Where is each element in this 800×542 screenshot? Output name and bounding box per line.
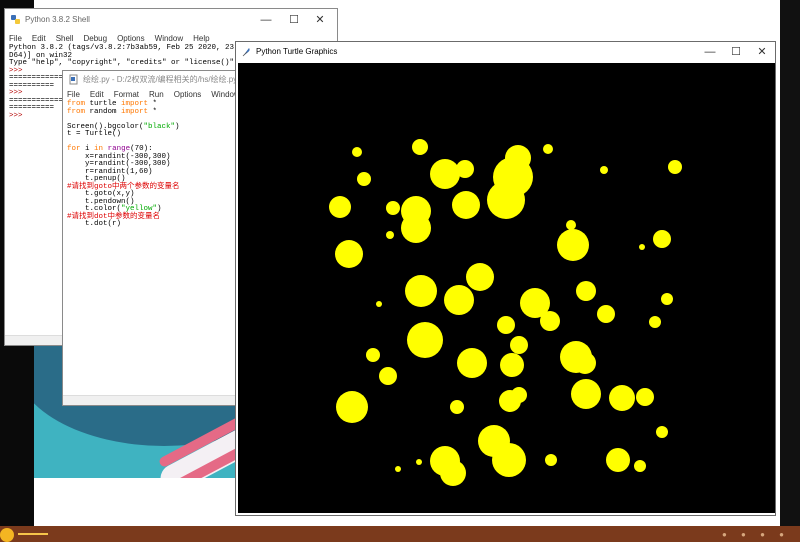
- turtle-dot: [545, 454, 557, 466]
- turtle-dot: [466, 263, 494, 291]
- turtle-dot: [597, 305, 615, 323]
- turtle-dot: [335, 240, 363, 268]
- python-file-icon: [69, 74, 78, 85]
- close-button[interactable]: ✕: [749, 42, 775, 63]
- code-line: t = Turtle(): [67, 130, 237, 139]
- shell-titlebar[interactable]: Python 3.8.2 Shell — ☐ ✕: [5, 9, 337, 31]
- code-token: import: [121, 107, 149, 116]
- turtle-dot: [510, 336, 528, 354]
- code-line: t.dot(r): [67, 220, 237, 229]
- turtle-title: Python Turtle Graphics: [256, 47, 338, 56]
- turtle-dot: [412, 139, 428, 155]
- code-token: t.dot(r): [67, 220, 122, 228]
- turtle-dot: [606, 448, 630, 472]
- turtle-dot: [444, 285, 474, 315]
- right-edge: [780, 0, 800, 526]
- python-icon: [11, 15, 20, 24]
- turtle-dot: [540, 311, 560, 331]
- turtle-dot: [511, 387, 527, 403]
- turtle-dot: [661, 293, 673, 305]
- turtle-dot: [395, 466, 401, 472]
- turtle-dot: [634, 460, 646, 472]
- turtle-dot: [366, 348, 380, 362]
- minimize-button[interactable]: —: [697, 42, 723, 63]
- turtle-dot: [600, 166, 608, 174]
- turtle-dot: [376, 301, 382, 307]
- code-token: "black": [143, 122, 176, 131]
- editor-window: 绘绘.py - D:/2权双流/编程相关的/hs/绘绘.py (3.8. Fil…: [62, 70, 240, 406]
- turtle-dot: [609, 385, 635, 411]
- editor-title: 绘绘.py - D:/2权双流/编程相关的/hs/绘绘.py (3.8.: [83, 75, 240, 84]
- maximize-button[interactable]: ☐: [723, 42, 749, 63]
- menu-format[interactable]: Format: [114, 90, 139, 99]
- menu-window[interactable]: Window: [155, 34, 183, 43]
- turtle-dot: [407, 322, 443, 358]
- turtle-dot: [500, 353, 524, 377]
- code-token: *: [148, 107, 158, 116]
- turtle-dot: [440, 460, 466, 486]
- maximize-button[interactable]: ☐: [281, 9, 307, 31]
- feather-icon: [242, 48, 250, 57]
- turtle-dot: [497, 316, 515, 334]
- turtle-dot: [649, 316, 661, 328]
- code-token: ): [175, 122, 180, 131]
- menu-options[interactable]: Options: [174, 90, 202, 99]
- turtle-dot: [452, 191, 480, 219]
- menu-run[interactable]: Run: [149, 90, 164, 99]
- turtle-dot: [543, 144, 553, 154]
- turtle-titlebar[interactable]: Python Turtle Graphics — ☐ ✕: [236, 42, 775, 62]
- turtle-dot: [574, 352, 596, 374]
- turtle-dot: [386, 201, 400, 215]
- menu-debug[interactable]: Debug: [83, 34, 107, 43]
- turtle-dot: [405, 275, 437, 307]
- turtle-dot: [639, 244, 645, 250]
- menu-edit[interactable]: Edit: [90, 90, 104, 99]
- turtle-window: Python Turtle Graphics — ☐ ✕: [235, 41, 776, 516]
- turtle-canvas[interactable]: [238, 63, 775, 513]
- turtle-dot: [668, 160, 682, 174]
- turtle-dot: [492, 443, 526, 477]
- turtle-dot: [401, 213, 431, 243]
- menu-file[interactable]: File: [67, 90, 80, 99]
- horizontal-scrollbar[interactable]: [63, 395, 239, 405]
- turtle-dot: [636, 388, 654, 406]
- turtle-dot: [456, 160, 474, 178]
- shell-title: Python 3.8.2 Shell: [25, 15, 90, 24]
- turtle-dot: [329, 196, 351, 218]
- turtle-dot: [487, 181, 525, 219]
- turtle-dot: [357, 172, 371, 186]
- turtle-dot: [416, 459, 422, 465]
- turtle-dot: [430, 159, 460, 189]
- turtle-dot: [457, 348, 487, 378]
- menu-file[interactable]: File: [9, 34, 22, 43]
- turtle-dot: [576, 281, 596, 301]
- taskbar-indicator: [18, 533, 48, 535]
- menu-shell[interactable]: Shell: [56, 34, 74, 43]
- turtle-dot: [379, 367, 397, 385]
- taskbar: ● ● ● ●: [0, 526, 800, 542]
- menu-edit[interactable]: Edit: [32, 34, 46, 43]
- code-token: random: [85, 107, 122, 116]
- turtle-dot: [653, 230, 671, 248]
- editor-menubar: File Edit Format Run Options Window He: [63, 87, 239, 101]
- turtle-dot: [336, 391, 368, 423]
- turtle-dot: [571, 379, 601, 409]
- code-token: from: [67, 107, 86, 116]
- taskbar-app-icon[interactable]: [0, 528, 14, 542]
- turtle-dot: [557, 229, 589, 261]
- editor-titlebar[interactable]: 绘绘.py - D:/2权双流/编程相关的/hs/绘绘.py (3.8.: [63, 71, 239, 87]
- code-line: from random import *: [67, 107, 237, 117]
- menu-help[interactable]: Help: [193, 34, 209, 43]
- turtle-dot: [450, 400, 464, 414]
- minimize-button[interactable]: —: [253, 9, 279, 31]
- close-button[interactable]: ✕: [307, 9, 333, 31]
- turtle-dot: [656, 426, 668, 438]
- turtle-dot: [352, 147, 362, 157]
- code-token: t = Turtle(): [67, 130, 122, 138]
- turtle-dot: [386, 231, 394, 239]
- code-editor[interactable]: from turtle import * from random import *…: [67, 100, 237, 391]
- taskbar-tray-icons: ● ● ● ●: [722, 530, 790, 539]
- menu-options[interactable]: Options: [117, 34, 145, 43]
